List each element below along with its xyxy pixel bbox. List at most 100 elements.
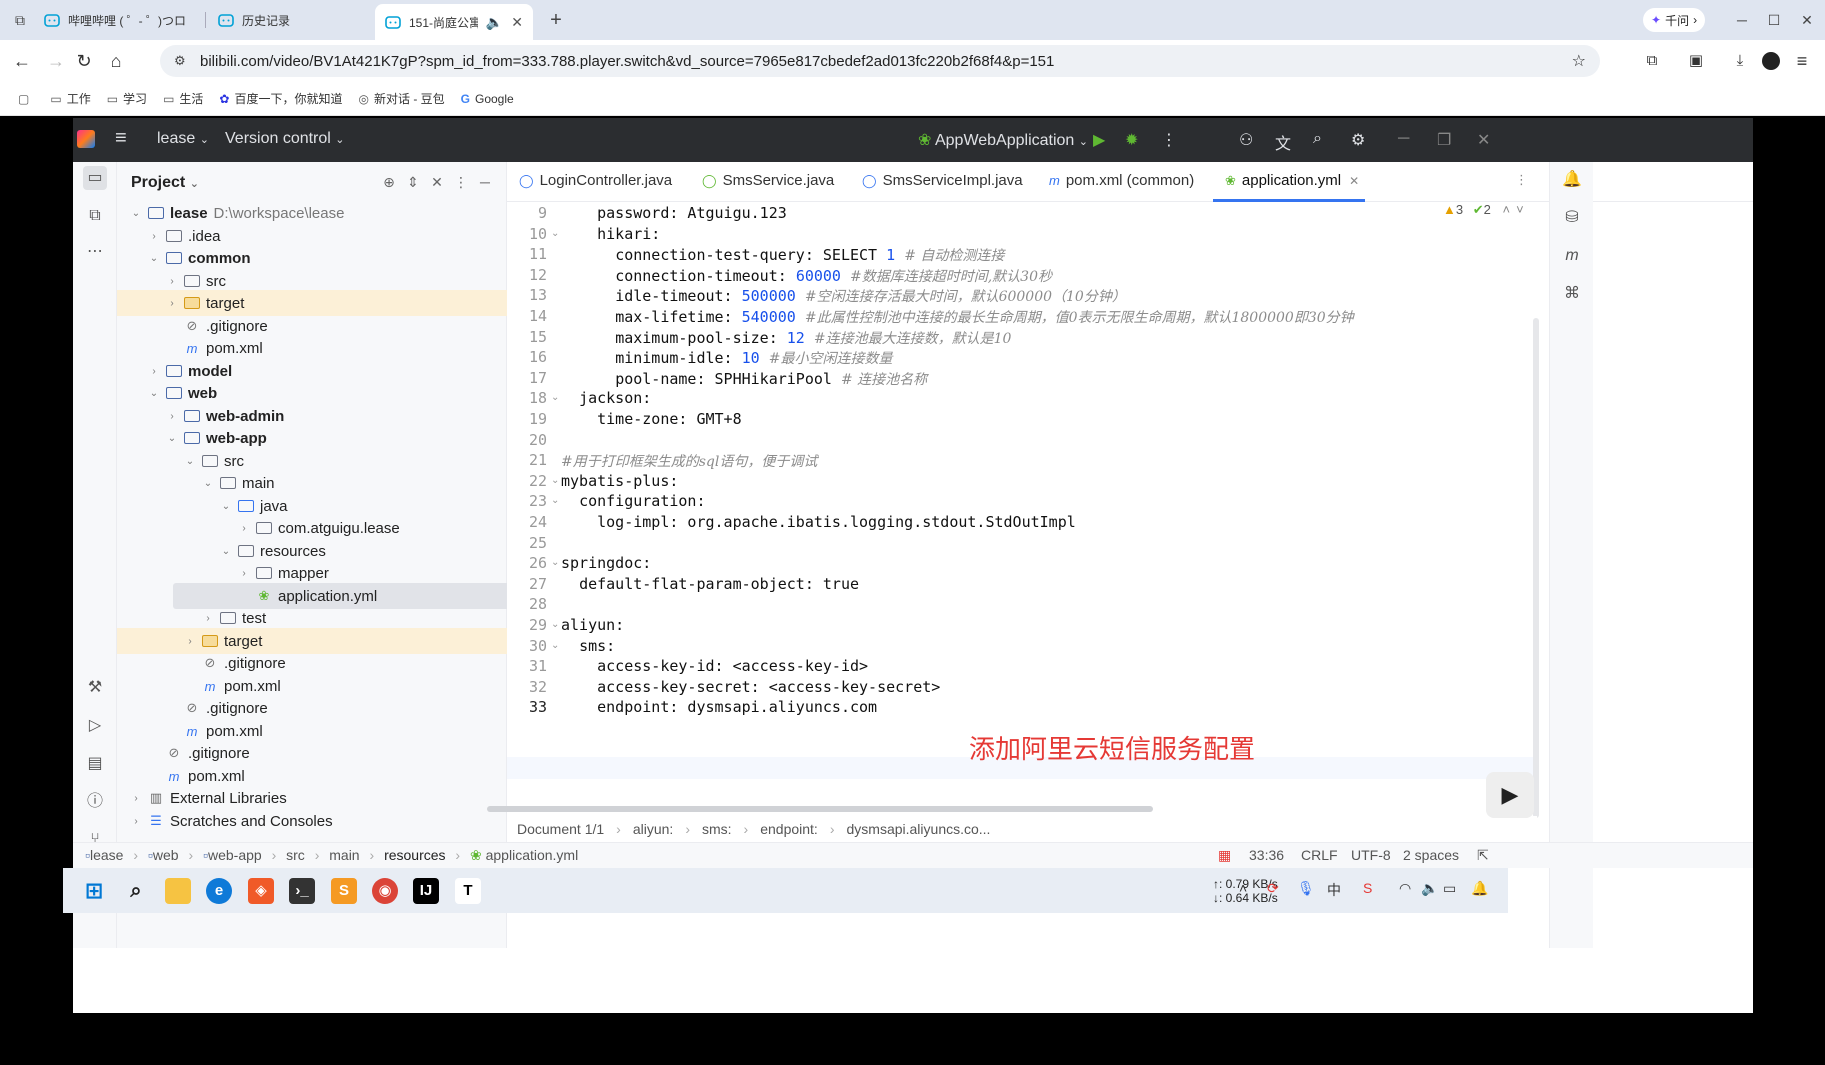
locate-icon[interactable]: ⊕ [379,172,399,192]
sublime-icon[interactable]: S [331,878,357,904]
fold-icon[interactable]: ⌄ [551,228,559,239]
intellij-icon[interactable]: IJ [413,878,439,904]
lock-icon[interactable]: ⇱ [1477,847,1489,864]
browser-tab-2[interactable]: 历史记录 [208,5,368,35]
sync-icon[interactable]: ⟳ [1267,880,1279,897]
download-icon[interactable]: ⤓ [1728,49,1752,73]
maximize-icon[interactable]: ☐ [1762,8,1786,32]
bilibili-mini-player-icon[interactable]: ▶ [1486,772,1534,818]
fold-icon[interactable]: ⌄ [551,475,559,486]
volume-icon[interactable]: 🔈 [1421,880,1438,897]
bookmark-folder-life[interactable]: ▭ 生活 [163,90,203,107]
edge-icon[interactable]: e [206,878,232,904]
home-icon[interactable]: ⌂ [104,49,128,73]
database-icon[interactable]: ⛁ [1560,206,1584,230]
fold-icon[interactable]: ⌄ [551,619,559,630]
editor-tab-active[interactable]: ❀ application.yml ✕ [1225,172,1359,189]
maven-tool-icon[interactable]: m [1560,244,1584,268]
speaker-icon[interactable]: 🔈 [486,14,503,31]
vertical-scrollbar[interactable] [1533,318,1539,818]
reload-icon[interactable]: ↻ [72,49,96,73]
back-icon[interactable]: ← [10,49,34,73]
typora-icon[interactable]: T [455,878,481,904]
battery-icon[interactable]: ▭ [1443,880,1456,897]
horizontal-scrollbar[interactable] [487,806,1153,812]
site-info-icon[interactable]: ⚙ [174,53,190,69]
apps-icon[interactable]: ▢ [18,92,34,106]
project-tool-icon[interactable]: ▭ [83,166,107,190]
notification-bell-icon[interactable]: 🔔 [1471,880,1488,897]
wifi-icon[interactable]: ◠ [1399,880,1411,897]
forward-icon[interactable]: → [44,49,68,73]
run-icon[interactable]: ▶ [1093,130,1105,150]
inspection-widget[interactable]: ▲3 ✔2 ˄ ˅ [1443,202,1524,218]
indent-setting[interactable]: 2 spaces [1403,847,1459,863]
minimize-icon[interactable]: ─ [1730,8,1754,32]
menu-icon[interactable]: ≡ [1790,49,1814,73]
sogou-icon[interactable]: S [1363,880,1372,896]
more-tools-icon[interactable]: ⋯ [83,240,107,264]
extensions-icon[interactable]: ⧉ [1640,49,1664,73]
translate-icon[interactable]: 文 [1275,130,1291,154]
gradle-icon[interactable]: ⌘ [1560,282,1584,306]
version-control-menu[interactable]: Version control ⌄ [225,130,345,148]
bookmark-folder-study[interactable]: ▭ 学习 [107,90,147,107]
profile-button[interactable]: ✦ 千问 › [1643,8,1706,32]
terminal-icon[interactable]: ▤ [83,752,107,776]
collapse-all-icon[interactable]: ✕ [427,172,447,192]
tab-search-icon[interactable]: ⧉ [8,8,32,32]
editor-tab[interactable]: m pom.xml (common) [1049,172,1194,189]
editor-tab[interactable]: ◯ SmsServiceImpl.java [862,172,1023,189]
screenshot-icon[interactable]: ▣ [1684,49,1708,73]
new-tab-button[interactable]: + [544,8,568,32]
bookmark-star-icon[interactable]: ☆ [1572,51,1586,71]
url-field[interactable]: ⚙ bilibili.com/video/BV1At421K7gP?spm_id… [160,45,1600,77]
services-icon[interactable]: ▷ [83,714,107,738]
search-icon[interactable]: ⌕ [1313,130,1322,148]
bookmark-google[interactable]: G Google [461,92,514,106]
project-selector[interactable]: lease ⌄ [157,130,209,148]
close-window-icon[interactable]: ✕ [1795,8,1819,32]
cursor-position[interactable]: 33:36 [1249,847,1284,863]
hide-panel-icon[interactable]: ─ [475,172,495,192]
debug-icon[interactable]: ✹ [1125,130,1138,150]
run-config-selector[interactable]: ❀ AppWebApplication ⌄ [918,130,1088,150]
ide-minimize-icon[interactable]: ─ [1398,130,1409,148]
structure-icon[interactable]: ⧉ [83,204,107,228]
ime-icon[interactable]: 中 [1327,880,1341,900]
fold-icon[interactable]: ⌄ [551,495,559,506]
notifications-icon[interactable]: 🔔 [1560,168,1584,192]
bookmark-baidu[interactable]: ✿ 百度一下，你就知道 [219,90,342,107]
app-icon[interactable]: ◈ [248,878,274,904]
browser-tab-1[interactable]: 哔哩哔哩 ( ゜- ゜)つロ [34,5,204,35]
bookmark-doubao[interactable]: ◎ 新对话 - 豆包 [359,90,445,107]
problems-icon[interactable]: ⓘ [83,790,107,814]
close-tab-icon[interactable]: ✕ [511,14,523,31]
options-icon[interactable]: ⋮ [451,172,471,192]
tray-overflow-icon[interactable]: ˄ [1239,880,1247,896]
chrome-icon[interactable]: ◉ [372,878,398,904]
bookmark-folder-work[interactable]: ▭ 工作 [50,90,90,107]
file-encoding[interactable]: UTF-8 [1351,847,1391,863]
editor-tab[interactable]: ◯ SmsService.java [702,172,834,189]
browser-tab-3[interactable]: 151-尚庭公寓 🔈 ✕ [375,4,533,40]
editor-tab[interactable]: ◯ LoginController.java [519,172,672,189]
more-tabs-icon[interactable]: ⋮ [1515,172,1528,188]
file-explorer-icon[interactable] [165,878,191,904]
avatar[interactable] [1762,52,1780,70]
ide-close-icon[interactable]: ✕ [1477,130,1490,150]
fold-icon[interactable]: ⌄ [551,557,559,568]
microphone-icon[interactable]: 🎙 [1297,880,1315,897]
search-icon[interactable]: ⌕ [123,878,149,904]
line-separator[interactable]: CRLF [1301,847,1338,863]
more-actions-icon[interactable]: ⋮ [1161,130,1177,150]
main-menu-icon[interactable]: ≡ [115,127,127,150]
code-with-me-icon[interactable]: ⚇ [1239,130,1253,150]
tree-item[interactable]: › ☰ Scratches and Consoles [117,808,507,834]
start-icon[interactable]: ⊞ [81,878,107,904]
fold-icon[interactable]: ⌄ [551,640,559,651]
build-icon[interactable]: ⚒ [83,676,107,700]
ide-maximize-icon[interactable]: ❐ [1437,130,1451,150]
expand-all-icon[interactable]: ⇕ [403,172,423,192]
terminal-icon[interactable]: ›_ [289,878,315,904]
